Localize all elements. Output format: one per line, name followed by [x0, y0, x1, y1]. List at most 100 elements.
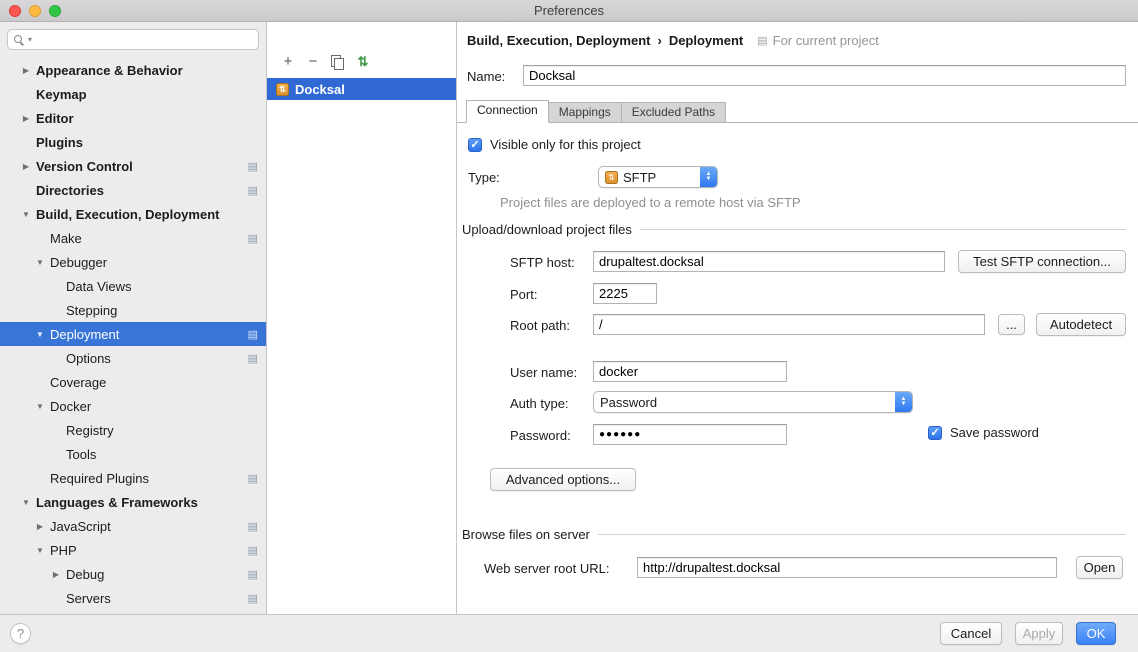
server-icon — [276, 83, 289, 96]
sidebar-item-label: Data Views — [66, 279, 132, 294]
cancel-button[interactable]: Cancel — [940, 622, 1002, 645]
advanced-options-button[interactable]: Advanced options... — [490, 468, 636, 491]
traffic-lights — [9, 5, 61, 17]
server-list: Docksal — [267, 78, 456, 100]
search-input[interactable] — [35, 33, 252, 47]
copy-server-button[interactable] — [330, 54, 346, 70]
sidebar-item-php[interactable]: ▼ PHP ▤ — [0, 538, 266, 562]
sidebar-item-plugins[interactable]: Plugins — [0, 130, 266, 154]
browse-root-path-button[interactable]: ... — [998, 314, 1025, 335]
close-button[interactable] — [9, 5, 21, 17]
settings-search-field[interactable]: ▾ — [7, 29, 259, 50]
footer-buttons: Cancel Apply OK — [940, 622, 1116, 645]
port-label: Port: — [510, 287, 537, 302]
web-root-input[interactable] — [637, 557, 1057, 578]
sftp-type-icon — [605, 171, 618, 184]
sidebar-item-stepping[interactable]: Stepping — [0, 298, 266, 322]
expand-arrow-icon[interactable]: ▶ — [33, 522, 47, 531]
breadcrumb: Build, Execution, Deployment › Deploymen… — [467, 33, 879, 48]
password-label: Password: — [510, 428, 571, 443]
expand-arrow-icon[interactable]: ▶ — [19, 162, 33, 171]
collapse-arrow-icon[interactable]: ▼ — [33, 330, 47, 339]
password-input[interactable] — [593, 424, 787, 445]
remove-server-button[interactable]: − — [305, 54, 321, 70]
sidebar-item-directories[interactable]: Directories ▤ — [0, 178, 266, 202]
add-server-button[interactable]: + — [280, 54, 296, 70]
sidebar-item-label: Stepping — [66, 303, 117, 318]
help-button[interactable]: ? — [10, 623, 31, 644]
separator-line — [640, 229, 1126, 230]
sidebar-item-options[interactable]: Options ▤ — [0, 346, 266, 370]
sidebar-item-build-execution-deployment[interactable]: ▼ Build, Execution, Deployment — [0, 202, 266, 226]
expand-arrow-icon[interactable]: ▶ — [19, 66, 33, 75]
project-scope-icon: ▤ — [757, 34, 767, 47]
zoom-button[interactable] — [49, 5, 61, 17]
sidebar-item-languages-frameworks[interactable]: ▼ Languages & Frameworks — [0, 490, 266, 514]
collapse-arrow-icon[interactable]: ▼ — [33, 546, 47, 555]
per-project-icon: ▤ — [248, 232, 258, 245]
sidebar-item-label: PHP — [50, 543, 77, 558]
per-project-icon: ▤ — [248, 472, 258, 485]
apply-button[interactable]: Apply — [1015, 622, 1063, 645]
sidebar-item-docker[interactable]: ▼ Docker — [0, 394, 266, 418]
visible-only-checkbox[interactable]: ✓ — [468, 138, 482, 152]
minimize-button[interactable] — [29, 5, 41, 17]
expand-arrow-icon[interactable]: ▶ — [19, 114, 33, 123]
sidebar-item-label: Coverage — [50, 375, 106, 390]
auth-type-select[interactable]: Password ▲ ▼ — [593, 391, 913, 413]
sidebar-item-label: Directories — [36, 183, 104, 198]
breadcrumb-build-execution-deployment[interactable]: Build, Execution, Deployment — [467, 33, 650, 48]
sidebar-item-servers[interactable]: Servers ▤ — [0, 586, 266, 610]
sidebar-item-javascript[interactable]: ▶ JavaScript ▤ — [0, 514, 266, 538]
sidebar-item-required-plugins[interactable]: Required Plugins ▤ — [0, 466, 266, 490]
deployment-settings-content: Build, Execution, Deployment › Deploymen… — [457, 22, 1138, 614]
sidebar-item-coverage[interactable]: Coverage — [0, 370, 266, 394]
server-list-item-docksal[interactable]: Docksal — [267, 78, 456, 100]
sidebar-item-editor[interactable]: ▶ Editor — [0, 106, 266, 130]
sidebar-item-keymap[interactable]: Keymap — [0, 82, 266, 106]
per-project-icon: ▤ — [248, 520, 258, 533]
tab-excluded-paths[interactable]: Excluded Paths — [621, 102, 726, 122]
sidebar-item-label: Servers — [66, 591, 111, 606]
tab-mappings[interactable]: Mappings — [548, 102, 622, 122]
breadcrumb-deployment[interactable]: Deployment — [669, 33, 743, 48]
user-name-label: User name: — [510, 365, 577, 380]
sidebar-item-data-views[interactable]: Data Views — [0, 274, 266, 298]
sync-server-button[interactable]: ⇅ — [355, 54, 371, 70]
sidebar-item-make[interactable]: Make ▤ — [0, 226, 266, 250]
project-scope-label: For current project — [773, 33, 879, 48]
sidebar-item-debug[interactable]: ▶ Debug ▤ — [0, 562, 266, 586]
sidebar-item-label: Tools — [66, 447, 96, 462]
expand-arrow-icon[interactable]: ▶ — [49, 570, 63, 579]
sidebar-item-label: Debug — [66, 567, 104, 582]
type-select[interactable]: SFTP ▲ ▼ — [598, 166, 718, 188]
sidebar-item-debugger[interactable]: ▼ Debugger — [0, 250, 266, 274]
autodetect-button[interactable]: Autodetect — [1036, 313, 1126, 336]
port-input[interactable] — [593, 283, 657, 304]
sidebar-item-label: Editor — [36, 111, 74, 126]
per-project-icon: ▤ — [248, 544, 258, 557]
sidebar-item-label: Build, Execution, Deployment — [36, 207, 219, 222]
user-name-input[interactable] — [593, 361, 787, 382]
sidebar-item-label: Version Control — [36, 159, 133, 174]
sidebar-item-appearance-behavior[interactable]: ▶ Appearance & Behavior — [0, 58, 266, 82]
collapse-arrow-icon[interactable]: ▼ — [33, 402, 47, 411]
test-sftp-connection-button[interactable]: Test SFTP connection... — [958, 250, 1126, 273]
sidebar-item-label: Plugins — [36, 135, 83, 150]
name-input[interactable] — [523, 65, 1126, 86]
search-chevron-icon[interactable]: ▾ — [28, 35, 32, 44]
collapse-arrow-icon[interactable]: ▼ — [19, 210, 33, 219]
sidebar-item-version-control[interactable]: ▶ Version Control ▤ — [0, 154, 266, 178]
sftp-host-input[interactable] — [593, 251, 945, 272]
collapse-arrow-icon[interactable]: ▼ — [33, 258, 47, 267]
save-password-checkbox[interactable]: ✓ — [928, 426, 942, 440]
sidebar-item-deployment[interactable]: ▼ Deployment ▤ — [0, 322, 266, 346]
sidebar-item-tools[interactable]: Tools — [0, 442, 266, 466]
ok-button[interactable]: OK — [1076, 622, 1116, 645]
tab-connection[interactable]: Connection — [466, 100, 549, 123]
sidebar-item-label: Required Plugins — [50, 471, 149, 486]
open-button[interactable]: Open — [1076, 556, 1123, 579]
root-path-input[interactable] — [593, 314, 985, 335]
collapse-arrow-icon[interactable]: ▼ — [19, 498, 33, 507]
sidebar-item-registry[interactable]: Registry — [0, 418, 266, 442]
